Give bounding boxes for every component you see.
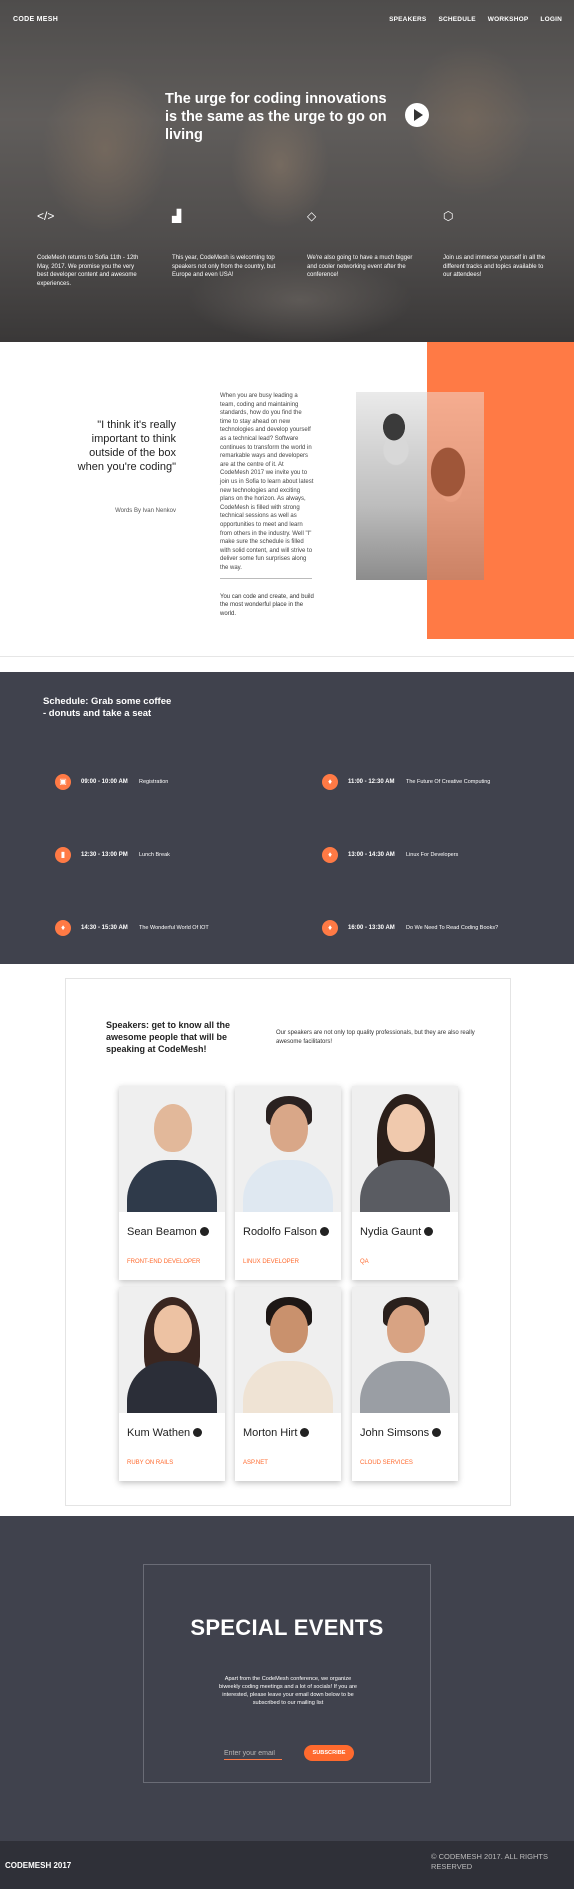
speaker-name: Kum Wathen bbox=[127, 1427, 191, 1439]
schedule-item[interactable]: ♦ 14:30 - 15:30 AM The Wonderful World O… bbox=[55, 920, 209, 936]
flame-icon: ♦ bbox=[322, 774, 338, 790]
speaker-photo bbox=[352, 1287, 458, 1413]
speaker-card[interactable]: Kum Wathen RUBY ON RAILS bbox=[119, 1287, 225, 1481]
github-icon[interactable] bbox=[432, 1428, 442, 1437]
chart-icon: ▟ bbox=[172, 209, 182, 223]
events-box: SPECIAL EVENTS Apart from the CodeMesh c… bbox=[143, 1564, 431, 1783]
nav-item-workshop[interactable]: WORKSHOP bbox=[488, 16, 529, 23]
flame-icon: ♦ bbox=[55, 920, 71, 936]
speaker-card[interactable]: Sean Beamon FRONT-END DEVELOPER bbox=[119, 1086, 225, 1280]
schedule-item[interactable]: ▣ 09:00 - 10:00 AM Registration bbox=[55, 774, 168, 790]
github-icon[interactable] bbox=[300, 1428, 310, 1437]
cube-icon: ⬡ bbox=[443, 209, 454, 223]
site-footer: CODEMESH 2017 © CODEMESH 2017. ALL RIGHT… bbox=[0, 1841, 574, 1889]
speaker-role: ASP.NET bbox=[243, 1460, 268, 1466]
schedule-name: Linux For Developers bbox=[406, 852, 459, 858]
feature-item: ▟ This year, CodeMesh is welcoming top s… bbox=[172, 208, 282, 280]
subscribe-button[interactable]: SUBSCRIBE bbox=[304, 1745, 354, 1761]
diamond-icon: ◇ bbox=[307, 209, 317, 223]
play-icon[interactable] bbox=[405, 103, 429, 127]
code-icon: </> bbox=[37, 209, 55, 223]
feature-item: </> CodeMesh returns to Sofia 11th - 12t… bbox=[37, 208, 147, 288]
schedule-time: 16:00 - 13:30 AM bbox=[348, 925, 395, 931]
speaker-name: Sean Beamon bbox=[127, 1226, 197, 1238]
nav-item-login[interactable]: LOGIN bbox=[540, 16, 562, 23]
speaker-name: John Simsons bbox=[360, 1427, 430, 1439]
schedule-time: 13:00 - 14:30 AM bbox=[348, 852, 395, 858]
schedule-item[interactable]: ▮ 12:30 - 13:00 PM Lunch Break bbox=[55, 847, 170, 863]
site-logo[interactable]: CODE MESH bbox=[13, 16, 58, 23]
schedule-name: Registration bbox=[139, 779, 169, 785]
about-quote: "I think it's really important to think … bbox=[77, 419, 176, 473]
hero-section: CODE MESH SPEAKERS SCHEDULE WORKSHOP LOG… bbox=[0, 0, 574, 342]
speaker-role: FRONT-END DEVELOPER bbox=[127, 1259, 201, 1265]
coffee-icon: ▮ bbox=[55, 847, 71, 863]
speaker-name: Morton Hirt bbox=[243, 1427, 298, 1439]
events-text: Apart from the CodeMesh conference, we o… bbox=[218, 1676, 358, 1706]
speaker-photo bbox=[119, 1287, 225, 1413]
calendar-icon: ▣ bbox=[55, 774, 71, 790]
events-section: SPECIAL EVENTS Apart from the CodeMesh c… bbox=[0, 1516, 574, 1841]
feature-text: We're also going to have a much bigger a… bbox=[307, 255, 413, 278]
about-divider bbox=[220, 578, 312, 579]
schedule-time: 09:00 - 10:00 AM bbox=[81, 779, 128, 785]
about-footer-text: You can code and create, and build the m… bbox=[220, 594, 314, 617]
speaker-card[interactable]: Rodolfo Falson LINUX DEVELOPER bbox=[235, 1086, 341, 1280]
speakers-title: Speakers: get to know all the awesome pe… bbox=[106, 1020, 231, 1054]
section-divider bbox=[0, 656, 574, 657]
schedule-title: Schedule: Grab some coffee - donuts and … bbox=[43, 696, 172, 719]
speaker-card[interactable]: John Simsons CLOUD SERVICES bbox=[352, 1287, 458, 1481]
schedule-name: The Future Of Creative Computing bbox=[406, 779, 491, 785]
nav-item-schedule[interactable]: SCHEDULE bbox=[438, 16, 475, 23]
speaker-name: Nydia Gaunt bbox=[360, 1226, 422, 1238]
speaker-photo bbox=[119, 1086, 225, 1212]
photo-overlay bbox=[427, 392, 484, 580]
schedule-time: 14:30 - 15:30 AM bbox=[81, 925, 128, 931]
speaker-role: LINUX DEVELOPER bbox=[243, 1259, 300, 1265]
speaker-photo bbox=[235, 1086, 341, 1212]
footer-copyright: © CODEMESH 2017. ALL RIGHTS RESERVED bbox=[431, 1852, 548, 1871]
flame-icon: ♦ bbox=[322, 920, 338, 936]
github-icon[interactable] bbox=[199, 1227, 209, 1236]
speaker-card[interactable]: Nydia Gaunt QA bbox=[352, 1086, 458, 1280]
github-icon[interactable] bbox=[193, 1428, 203, 1437]
email-field[interactable] bbox=[224, 1748, 282, 1760]
speaker-name: Rodolfo Falson bbox=[243, 1226, 317, 1238]
flame-icon: ♦ bbox=[322, 847, 338, 863]
feature-text: CodeMesh returns to Sofia 11th - 12th Ma… bbox=[37, 255, 139, 287]
feature-item: ◇ We're also going to have a much bigger… bbox=[307, 208, 417, 280]
speaker-role: QA bbox=[360, 1259, 369, 1265]
schedule-name: Lunch Break bbox=[139, 852, 170, 858]
speaker-card[interactable]: Morton Hirt ASP.NET bbox=[235, 1287, 341, 1481]
schedule-time: 11:00 - 12:30 AM bbox=[348, 779, 395, 785]
github-icon[interactable] bbox=[320, 1227, 329, 1236]
hero-title: The urge for coding innovations is the s… bbox=[165, 91, 387, 143]
schedule-item[interactable]: ♦ 16:00 - 13:30 AM Do We Need To Read Co… bbox=[322, 920, 498, 936]
speakers-subtitle: Our speakers are not only top quality pr… bbox=[276, 1030, 475, 1045]
speaker-photo bbox=[235, 1287, 341, 1413]
speaker-role: RUBY ON RAILS bbox=[127, 1460, 174, 1466]
schedule-name: The Wonderful World Of IOT bbox=[139, 925, 209, 931]
schedule-item[interactable]: ♦ 13:00 - 14:30 AM Linux For Developers bbox=[322, 847, 458, 863]
schedule-item[interactable]: ♦ 11:00 - 12:30 AM The Future Of Creativ… bbox=[322, 774, 490, 790]
github-icon[interactable] bbox=[424, 1227, 434, 1236]
schedule-name: Do We Need To Read Coding Books? bbox=[406, 925, 499, 931]
quote-author: Words By Ivan Nenkov bbox=[115, 508, 176, 514]
events-title: SPECIAL EVENTS bbox=[190, 1615, 384, 1640]
speaker-role: CLOUD SERVICES bbox=[360, 1460, 413, 1466]
feature-item: ⬡ Join us and immerse yourself in all th… bbox=[443, 208, 553, 280]
footer-brand: CODEMESH 2017 bbox=[5, 1861, 72, 1870]
schedule-time: 12:30 - 13:00 PM bbox=[81, 852, 128, 858]
about-text: When you are busy leading a team, coding… bbox=[220, 393, 314, 571]
schedule-section: Schedule: Grab some coffee - donuts and … bbox=[0, 672, 574, 964]
nav-item-speakers[interactable]: SPEAKERS bbox=[389, 16, 426, 23]
speaker-photo bbox=[352, 1086, 458, 1212]
speakers-section: Speakers: get to know all the awesome pe… bbox=[65, 978, 511, 1506]
feature-text: This year, CodeMesh is welcoming top spe… bbox=[172, 255, 276, 278]
feature-text: Join us and immerse yourself in all the … bbox=[443, 255, 546, 278]
main-nav: SPEAKERS SCHEDULE WORKSHOP LOGIN bbox=[389, 16, 562, 23]
